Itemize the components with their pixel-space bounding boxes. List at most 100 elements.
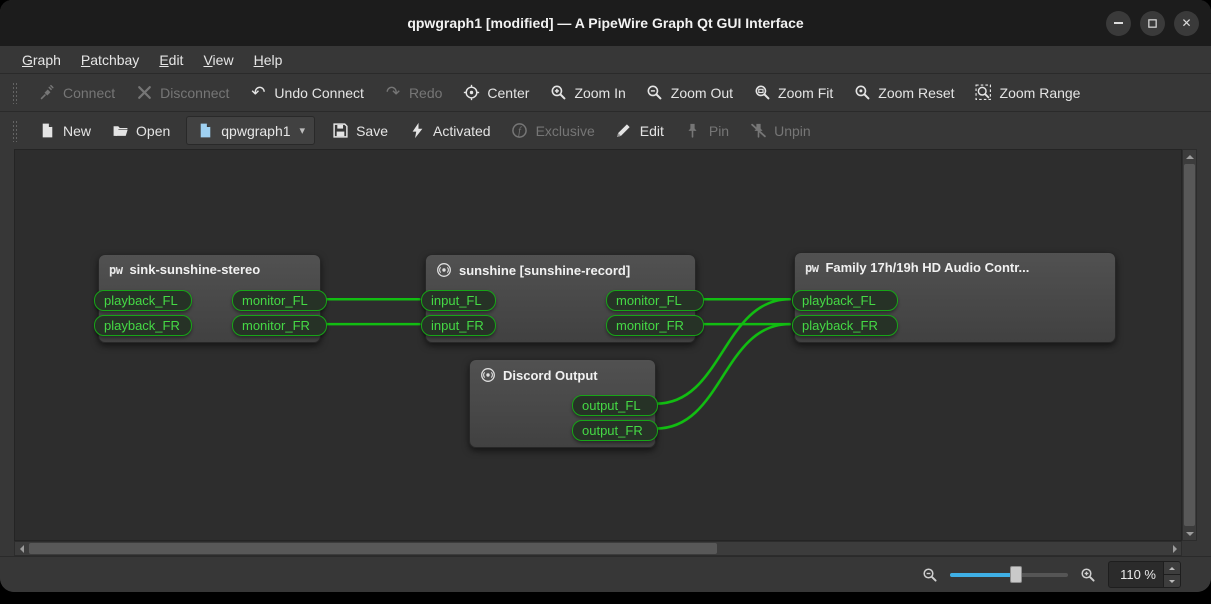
port-monitor-fl[interactable]: monitor_FL [606, 290, 704, 311]
arrow-up-icon [1186, 151, 1194, 159]
graph-canvas[interactable]: pw sink-sunshine-stereo playback_FL play… [14, 149, 1182, 541]
node-header: Discord Output [470, 360, 655, 387]
activated-bolt-icon [408, 122, 426, 140]
node-title: sunshine [sunshine-record] [459, 263, 630, 278]
status-bar: 110 % [0, 556, 1211, 592]
zoom-fit-icon [753, 84, 771, 102]
zoom-fit-button[interactable]: Zoom Fit [743, 79, 843, 107]
vertical-scroll-thumb[interactable] [1184, 164, 1195, 526]
spin-up-button[interactable] [1164, 562, 1180, 574]
port-input-fl[interactable]: input_FL [421, 290, 496, 311]
connect-icon [38, 84, 56, 102]
activated-button[interactable]: Activated [398, 117, 501, 145]
title-bar: qpwgraph1 [modified] — A PipeWire Graph … [0, 0, 1211, 46]
zoom-in-icon [549, 84, 567, 102]
center-button[interactable]: Center [452, 79, 539, 107]
edit-button[interactable]: Edit [605, 117, 674, 145]
redo-icon: ↷ [384, 84, 402, 102]
port-monitor-fr[interactable]: monitor_FR [232, 315, 327, 336]
zoom-reset-button[interactable]: Zoom Reset [843, 79, 964, 107]
menu-edit[interactable]: Edit [149, 49, 193, 71]
port-playback-fl[interactable]: playback_FL [94, 290, 192, 311]
patchbay-profile-combo[interactable]: qpwgraph1 ▾ [186, 116, 315, 145]
scroll-down-button[interactable] [1183, 527, 1196, 540]
new-file-icon [38, 122, 56, 140]
menu-patchbay[interactable]: Patchbay [71, 49, 149, 71]
pipewire-icon: pw [805, 262, 818, 274]
menu-view[interactable]: View [193, 49, 243, 71]
node-title: Family 17h/19h HD Audio Contr... [825, 260, 1029, 275]
port-playback-fr[interactable]: playback_FR [94, 315, 192, 336]
zoom-range-button[interactable]: Zoom Range [965, 79, 1091, 107]
zoom-out-icon [646, 84, 664, 102]
arrow-right-icon [1173, 545, 1181, 553]
port-monitor-fr[interactable]: monitor_FR [606, 315, 704, 336]
undo-connect-button[interactable]: ↶ Undo Connect [239, 79, 374, 107]
toolbar-handle[interactable] [12, 82, 18, 104]
spin-buttons [1163, 562, 1180, 587]
exclusive-button[interactable]: Exclusive [501, 117, 605, 145]
arrow-left-icon [16, 545, 24, 553]
zoom-out-button[interactable]: Zoom Out [636, 79, 743, 107]
record-icon [436, 262, 452, 278]
connections-layer [15, 150, 1181, 540]
zoom-slider[interactable] [950, 567, 1068, 583]
maximize-icon [1146, 17, 1159, 30]
node-sink-sunshine-stereo[interactable]: pw sink-sunshine-stereo playback_FL play… [98, 254, 321, 343]
unpin-button[interactable]: Unpin [739, 117, 821, 145]
zoom-out-icon[interactable] [922, 567, 938, 583]
new-button[interactable]: New [28, 117, 101, 145]
pin-icon [684, 122, 702, 140]
node-title: sink-sunshine-stereo [129, 262, 260, 277]
port-playback-fr[interactable]: playback_FR [792, 315, 898, 336]
maximize-button[interactable] [1140, 11, 1165, 36]
port-playback-fl[interactable]: playback_FL [792, 290, 898, 311]
disconnect-icon [135, 84, 153, 102]
node-title: Discord Output [503, 368, 598, 383]
zoom-range-icon [975, 84, 993, 102]
chevron-down-icon: ▾ [300, 124, 306, 137]
scroll-right-button[interactable] [1168, 542, 1181, 555]
slider-handle[interactable] [1010, 566, 1022, 583]
toolbar-handle[interactable] [12, 120, 18, 142]
close-icon: ✕ [1181, 16, 1191, 30]
port-output-fl[interactable]: output_FL [572, 395, 658, 416]
node-header: pw Family 17h/19h HD Audio Contr... [795, 253, 1115, 279]
vertical-scrollbar[interactable] [1182, 149, 1197, 541]
open-button[interactable]: Open [101, 117, 180, 145]
port-input-fr[interactable]: input_FR [421, 315, 496, 336]
arrow-up-icon [1169, 564, 1175, 570]
minimize-button[interactable] [1106, 11, 1131, 36]
pin-button[interactable]: Pin [674, 117, 739, 145]
exclusive-icon [511, 122, 529, 140]
zoom-value: 110 % [1109, 567, 1163, 582]
redo-button[interactable]: ↷ Redo [374, 79, 452, 107]
save-button[interactable]: Save [321, 117, 398, 145]
menu-bar: Graph Patchbay Edit View Help [0, 46, 1211, 73]
app-window: qpwgraph1 [modified] — A PipeWire Graph … [0, 0, 1211, 592]
disconnect-button[interactable]: Disconnect [125, 79, 239, 107]
zoom-spinbox[interactable]: 110 % [1108, 561, 1181, 588]
menu-graph[interactable]: Graph [12, 49, 71, 71]
node-discord-output[interactable]: Discord Output output_FL output_FR [469, 359, 656, 448]
zoom-in-icon[interactable] [1080, 567, 1096, 583]
window-title: qpwgraph1 [modified] — A PipeWire Graph … [0, 15, 1211, 31]
center-icon [462, 84, 480, 102]
arrow-down-icon [1169, 580, 1175, 586]
port-output-fr[interactable]: output_FR [572, 420, 658, 441]
scroll-up-button[interactable] [1183, 150, 1196, 163]
close-button[interactable]: ✕ [1174, 11, 1199, 36]
spin-down-button[interactable] [1164, 574, 1180, 587]
scroll-left-button[interactable] [15, 542, 28, 555]
horizontal-scroll-thumb[interactable] [29, 543, 717, 554]
port-monitor-fl[interactable]: monitor_FL [232, 290, 327, 311]
horizontal-scrollbar[interactable] [14, 541, 1182, 556]
pipewire-icon: pw [109, 264, 122, 276]
graph-toolbar: Connect Disconnect ↶ Undo Connect ↷ Redo… [0, 73, 1211, 111]
zoom-in-button[interactable]: Zoom In [539, 79, 635, 107]
connect-button[interactable]: Connect [28, 79, 125, 107]
arrow-down-icon [1186, 532, 1194, 540]
node-sunshine[interactable]: sunshine [sunshine-record] input_FL inpu… [425, 254, 696, 343]
node-family-hd-audio[interactable]: pw Family 17h/19h HD Audio Contr... play… [794, 252, 1116, 343]
menu-help[interactable]: Help [244, 49, 293, 71]
